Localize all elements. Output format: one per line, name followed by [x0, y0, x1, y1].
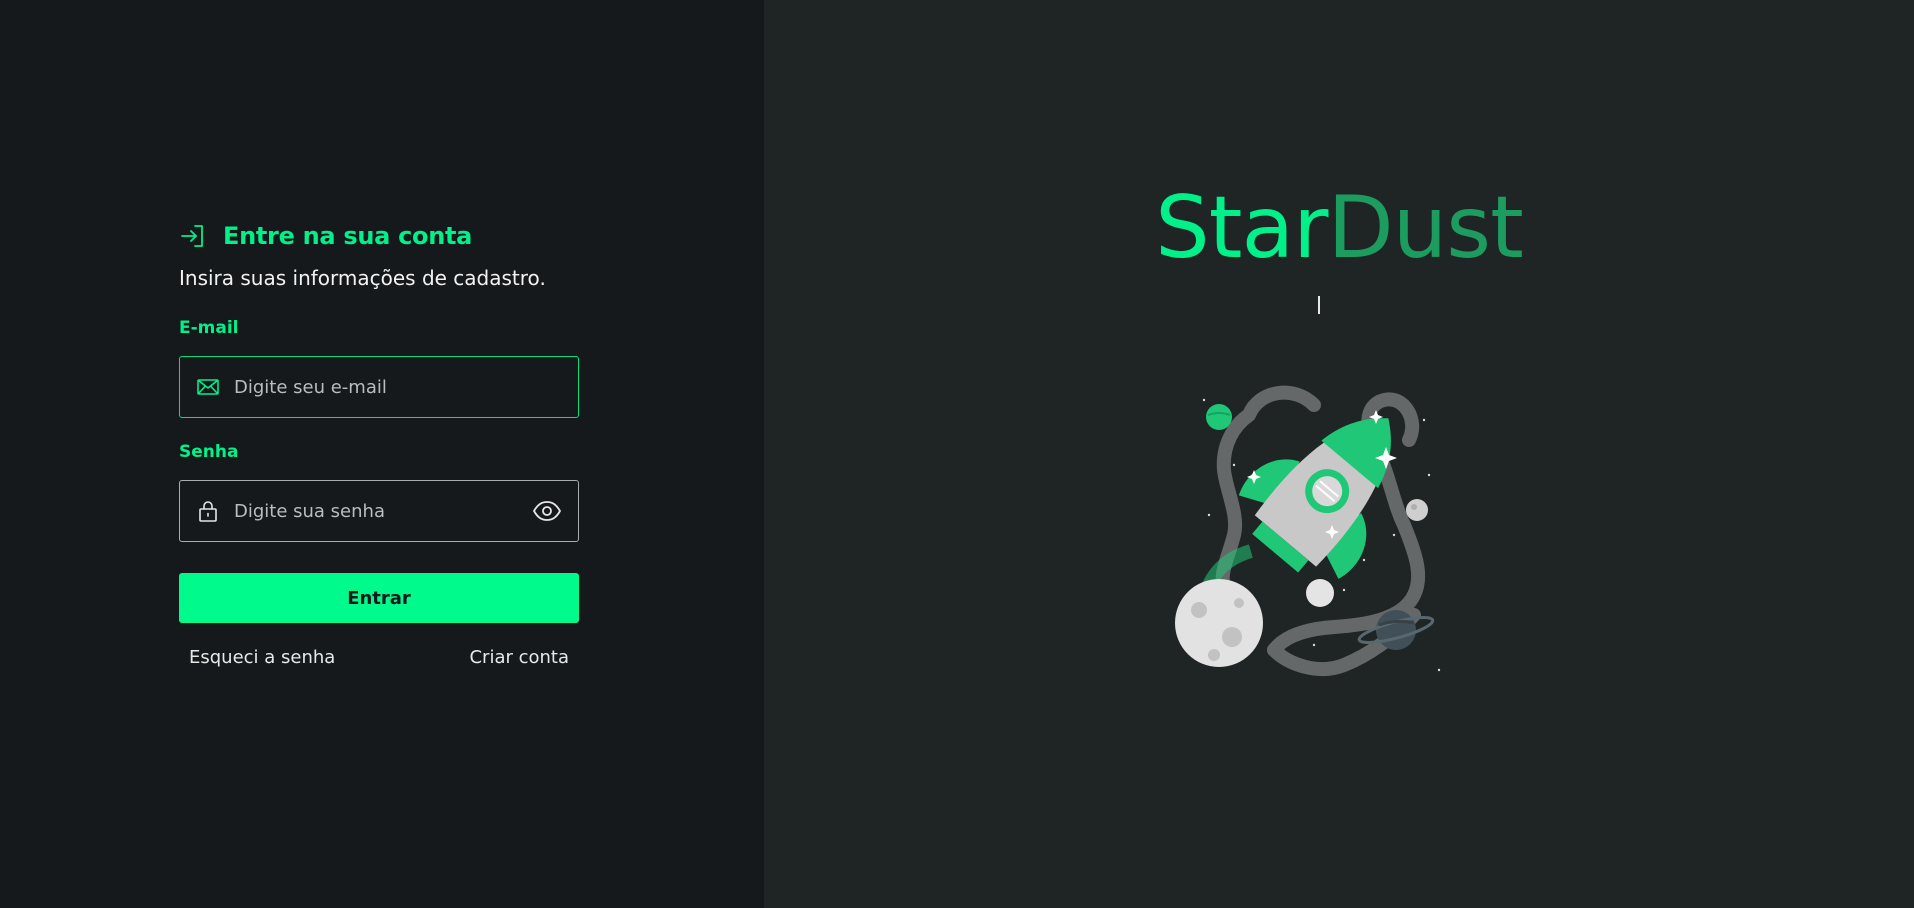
password-label: Senha [179, 442, 239, 462]
login-form: Entre na sua conta Insira suas informaçõ… [179, 218, 579, 668]
lock-icon [196, 499, 220, 523]
auth-links: Esqueci a senha Criar conta [179, 647, 579, 668]
brand-logo: StarDust [764, 178, 1914, 278]
brand-panel: StarDust [764, 0, 1914, 908]
page-title: Entre na sua conta [223, 222, 473, 250]
create-account-link[interactable]: Criar conta [469, 647, 569, 668]
email-field-wrapper [179, 356, 579, 418]
small-moon [1406, 499, 1428, 521]
brand-part-dust: Dust [1327, 178, 1524, 278]
page-subtitle: Insira suas informações de cadastro. [179, 266, 546, 290]
cratered-moon [1175, 579, 1263, 667]
login-panel: Entre na sua conta Insira suas informaçõ… [0, 0, 764, 908]
brand-part-star: Star [1155, 178, 1328, 278]
envelope-icon [196, 375, 220, 399]
email-label: E-mail [179, 318, 239, 338]
email-input[interactable] [232, 375, 562, 399]
forgot-password-link[interactable]: Esqueci a senha [189, 647, 335, 668]
white-planet [1306, 579, 1334, 607]
rocket-illustration [1175, 385, 1441, 676]
login-arrow-icon [179, 222, 207, 250]
title-row: Entre na sua conta [179, 218, 579, 254]
submit-button[interactable]: Entrar [179, 573, 579, 623]
password-field-wrapper [179, 480, 579, 542]
eye-icon[interactable] [532, 500, 562, 522]
password-input[interactable] [232, 499, 532, 523]
text-cursor [1318, 296, 1320, 314]
green-planet [1206, 404, 1232, 430]
login-page: Entre na sua conta Insira suas informaçõ… [0, 0, 1914, 908]
